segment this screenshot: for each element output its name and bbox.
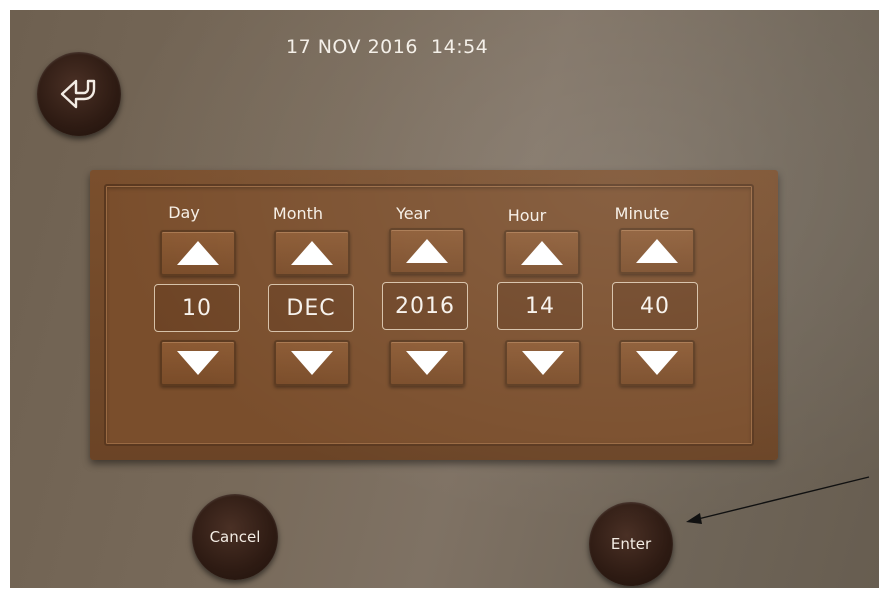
year-up-button[interactable] <box>389 228 465 274</box>
triangle-down-icon <box>177 351 219 375</box>
year-value: 2016 <box>382 282 468 330</box>
datetime-setting-screen: 17 NOV 2016 14:54 Day 10 Month DEC Year <box>10 10 879 588</box>
current-datetime: 17 NOV 2016 14:54 <box>286 36 489 58</box>
triangle-up-icon <box>291 241 333 265</box>
year-label: Year <box>396 204 430 223</box>
hour-down-button[interactable] <box>505 340 581 386</box>
year-down-button[interactable] <box>389 340 465 386</box>
minute-label: Minute <box>614 204 670 223</box>
triangle-down-icon <box>406 351 448 375</box>
day-value: 10 <box>154 284 240 332</box>
day-label: Day <box>168 203 200 222</box>
datetime-picker-inner: Day 10 Month DEC Year 2016 Hour 14 Minut… <box>104 184 754 446</box>
hour-value: 14 <box>497 282 583 330</box>
datetime-picker-panel: Day 10 Month DEC Year 2016 Hour 14 Minut… <box>90 170 778 460</box>
minute-down-button[interactable] <box>619 340 695 386</box>
hour-label: Hour <box>507 206 547 225</box>
enter-button[interactable]: Enter <box>589 502 673 586</box>
back-arrow-icon <box>60 79 96 109</box>
triangle-up-icon <box>521 241 563 265</box>
month-value: DEC <box>268 284 354 332</box>
triangle-up-icon <box>636 239 678 263</box>
triangle-down-icon <box>636 351 678 375</box>
back-button[interactable] <box>37 52 121 136</box>
minute-up-button[interactable] <box>619 228 695 274</box>
cancel-button[interactable]: Cancel <box>192 494 278 580</box>
triangle-up-icon <box>406 239 448 263</box>
month-up-button[interactable] <box>274 230 350 276</box>
day-up-button[interactable] <box>160 230 236 276</box>
triangle-down-icon <box>291 351 333 375</box>
triangle-down-icon <box>522 351 564 375</box>
month-label: Month <box>272 204 324 223</box>
hour-up-button[interactable] <box>504 230 580 276</box>
minute-value: 40 <box>612 282 698 330</box>
day-down-button[interactable] <box>160 340 236 386</box>
month-down-button[interactable] <box>274 340 350 386</box>
triangle-up-icon <box>177 241 219 265</box>
